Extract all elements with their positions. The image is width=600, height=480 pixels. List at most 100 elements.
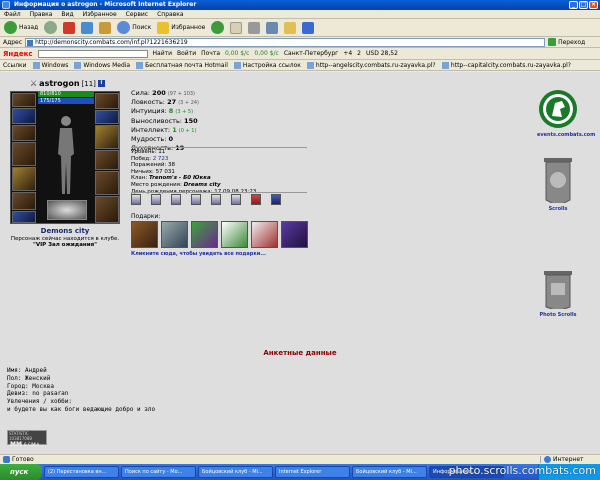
gift-hat-icon[interactable] bbox=[191, 221, 218, 248]
yandex-logo[interactable]: Яндекс bbox=[3, 50, 33, 58]
mp-bar: 175/175 bbox=[38, 98, 94, 104]
menu-file[interactable]: Файл bbox=[4, 10, 21, 18]
medal-icon[interactable] bbox=[131, 194, 141, 205]
yandex-rate-1: 0,00 $/с bbox=[225, 50, 250, 57]
slot-ring[interactable] bbox=[95, 110, 119, 124]
favorites-button[interactable]: Избранное bbox=[157, 21, 205, 34]
link-windows-media[interactable]: Windows Media bbox=[74, 61, 130, 69]
link-icon bbox=[74, 61, 82, 69]
stat-row: Выносливость: 150 bbox=[131, 117, 199, 126]
gift-jester-icon[interactable] bbox=[221, 221, 248, 248]
minimize-icon[interactable]: _ bbox=[569, 1, 578, 9]
task-item[interactable]: Бойцовский клуб - Mi... bbox=[198, 466, 273, 478]
home-icon[interactable] bbox=[99, 21, 112, 34]
back-button[interactable]: Назад bbox=[4, 21, 38, 34]
info-losses: Поражений: 38 bbox=[131, 162, 176, 169]
profile-hobby-label: Увлечения / хобби: bbox=[7, 398, 73, 406]
edit-icon[interactable] bbox=[266, 21, 279, 34]
link-customize[interactable]: Настройка ссылок bbox=[233, 61, 301, 69]
info-block: Уровень: 11 Побед: 2 723 Поражений: 38 Н… bbox=[131, 149, 256, 195]
character-nick: ⚔ astrogon [11] i bbox=[30, 79, 105, 88]
yandex-rate-2: 0,00 $/с bbox=[254, 50, 279, 57]
yandex-mail-button[interactable]: Почта bbox=[201, 50, 220, 57]
info-level: Уровень: 11 bbox=[131, 149, 166, 155]
gift-shield-icon[interactable] bbox=[161, 221, 188, 248]
forward-arrow-icon[interactable] bbox=[44, 21, 58, 34]
task-item[interactable]: Internet Explorer bbox=[275, 466, 350, 478]
mail-icon[interactable] bbox=[230, 21, 243, 34]
slot-gloves[interactable] bbox=[95, 93, 119, 109]
task-item[interactable]: Поиск по сайту - Mo... bbox=[121, 466, 196, 478]
slot-weapon[interactable] bbox=[12, 142, 36, 166]
title-bar: Информация о astrogon - Microsoft Intern… bbox=[0, 0, 600, 10]
gifts-hint-link[interactable]: Кликните сюда, чтобы увидеть все подарки… bbox=[131, 251, 266, 257]
medal-icon[interactable] bbox=[251, 194, 261, 205]
go-button[interactable]: Переход bbox=[548, 38, 585, 46]
link-windows[interactable]: Windows bbox=[32, 61, 68, 69]
stop-icon[interactable] bbox=[63, 21, 76, 34]
slot-pocket[interactable] bbox=[12, 211, 36, 223]
link-icon bbox=[32, 61, 40, 69]
search-button[interactable]: Поиск bbox=[117, 21, 151, 34]
gift-chest-icon[interactable] bbox=[131, 221, 158, 248]
medal-icon[interactable] bbox=[191, 194, 201, 205]
address-input[interactable]: http://demonscity.combats.com/inf.pl?122… bbox=[25, 37, 546, 47]
stat-counter[interactable]: STATISTIC 103817088 MM 6 CIMIA bbox=[7, 430, 47, 448]
medal-icon[interactable] bbox=[231, 194, 241, 205]
slot-helmet[interactable] bbox=[12, 93, 36, 107]
messenger-icon[interactable] bbox=[302, 21, 315, 34]
start-button[interactable]: пуск bbox=[0, 464, 42, 480]
city-emblem bbox=[47, 200, 87, 220]
menu-tools[interactable]: Сервис bbox=[126, 10, 148, 18]
info-draws: Ничьих: 57 031 bbox=[131, 168, 175, 175]
medal-icon[interactable] bbox=[171, 194, 181, 205]
stats-block: Сила: 200 (97 + 103) Ловкость: 27 (3 + 24… bbox=[131, 89, 199, 153]
stat-value: 27 bbox=[167, 98, 177, 107]
profile-title: Анкетные данные bbox=[263, 349, 337, 357]
folder-icon[interactable] bbox=[284, 21, 297, 34]
gift-book-icon[interactable] bbox=[281, 221, 308, 248]
stat-label: Сила: bbox=[131, 89, 151, 97]
link-hotmail[interactable]: Бесплатная почта Hotmail bbox=[136, 61, 228, 69]
yandex-search-input[interactable] bbox=[37, 49, 148, 58]
link-capitalcity[interactable]: http--capitalcity.combats.ru-zayavka.pl?… bbox=[441, 61, 571, 69]
history-icon[interactable] bbox=[211, 21, 225, 34]
go-arrow-icon bbox=[548, 38, 557, 46]
medal-icon[interactable] bbox=[211, 194, 221, 205]
close-icon[interactable]: × bbox=[589, 1, 598, 9]
slot-shield[interactable] bbox=[95, 125, 119, 149]
medal-icon[interactable] bbox=[271, 194, 281, 205]
internet-zone-icon bbox=[544, 456, 551, 463]
maximize-icon[interactable]: □ bbox=[579, 1, 588, 9]
slot-boots[interactable] bbox=[95, 196, 119, 223]
gift-scroll-icon[interactable] bbox=[251, 221, 278, 248]
slot-leggings[interactable] bbox=[95, 171, 119, 195]
stat-row: Ловкость: 27 (3 + 24) bbox=[131, 98, 199, 107]
star-icon bbox=[157, 21, 170, 34]
back-arrow-icon bbox=[4, 21, 17, 34]
task-item[interactable]: Бойцовский клуб - Mi... bbox=[352, 466, 427, 478]
photo-scrolls-link[interactable]: Photo Scrolls bbox=[537, 269, 579, 318]
print-icon[interactable] bbox=[248, 21, 261, 34]
info-icon[interactable]: i bbox=[97, 80, 105, 87]
task-item[interactable]: (2) Перестановка вн... bbox=[44, 466, 119, 478]
link-angelscity[interactable]: http--angelscity.combats.ru-zayavka.pl?l… bbox=[306, 61, 436, 69]
yandex-find-button[interactable]: Найти bbox=[153, 50, 172, 57]
scrolls-link[interactable]: Scrolls bbox=[537, 149, 579, 212]
slot-belt[interactable] bbox=[12, 192, 36, 210]
refresh-icon[interactable] bbox=[81, 21, 94, 34]
slot-earrings[interactable] bbox=[12, 108, 36, 124]
menu-view[interactable]: Вид bbox=[61, 10, 73, 18]
slot-bracers[interactable] bbox=[95, 150, 119, 170]
menu-favorites[interactable]: Избранное bbox=[83, 10, 117, 18]
slot-amulet[interactable] bbox=[12, 125, 36, 141]
medal-icon[interactable] bbox=[151, 194, 161, 205]
menu-edit[interactable]: Правка bbox=[30, 10, 53, 18]
stat-label: Мудрость: bbox=[131, 135, 167, 144]
menu-help[interactable]: Справка bbox=[157, 10, 183, 18]
yandex-city[interactable]: Санкт-Петербург bbox=[284, 50, 338, 57]
yandex-login-button[interactable]: Войти bbox=[177, 50, 196, 57]
yandex-usd: USD 28,52 bbox=[366, 50, 398, 57]
events-link[interactable]: events.combats.com bbox=[537, 89, 595, 138]
slot-armor[interactable] bbox=[12, 167, 36, 191]
